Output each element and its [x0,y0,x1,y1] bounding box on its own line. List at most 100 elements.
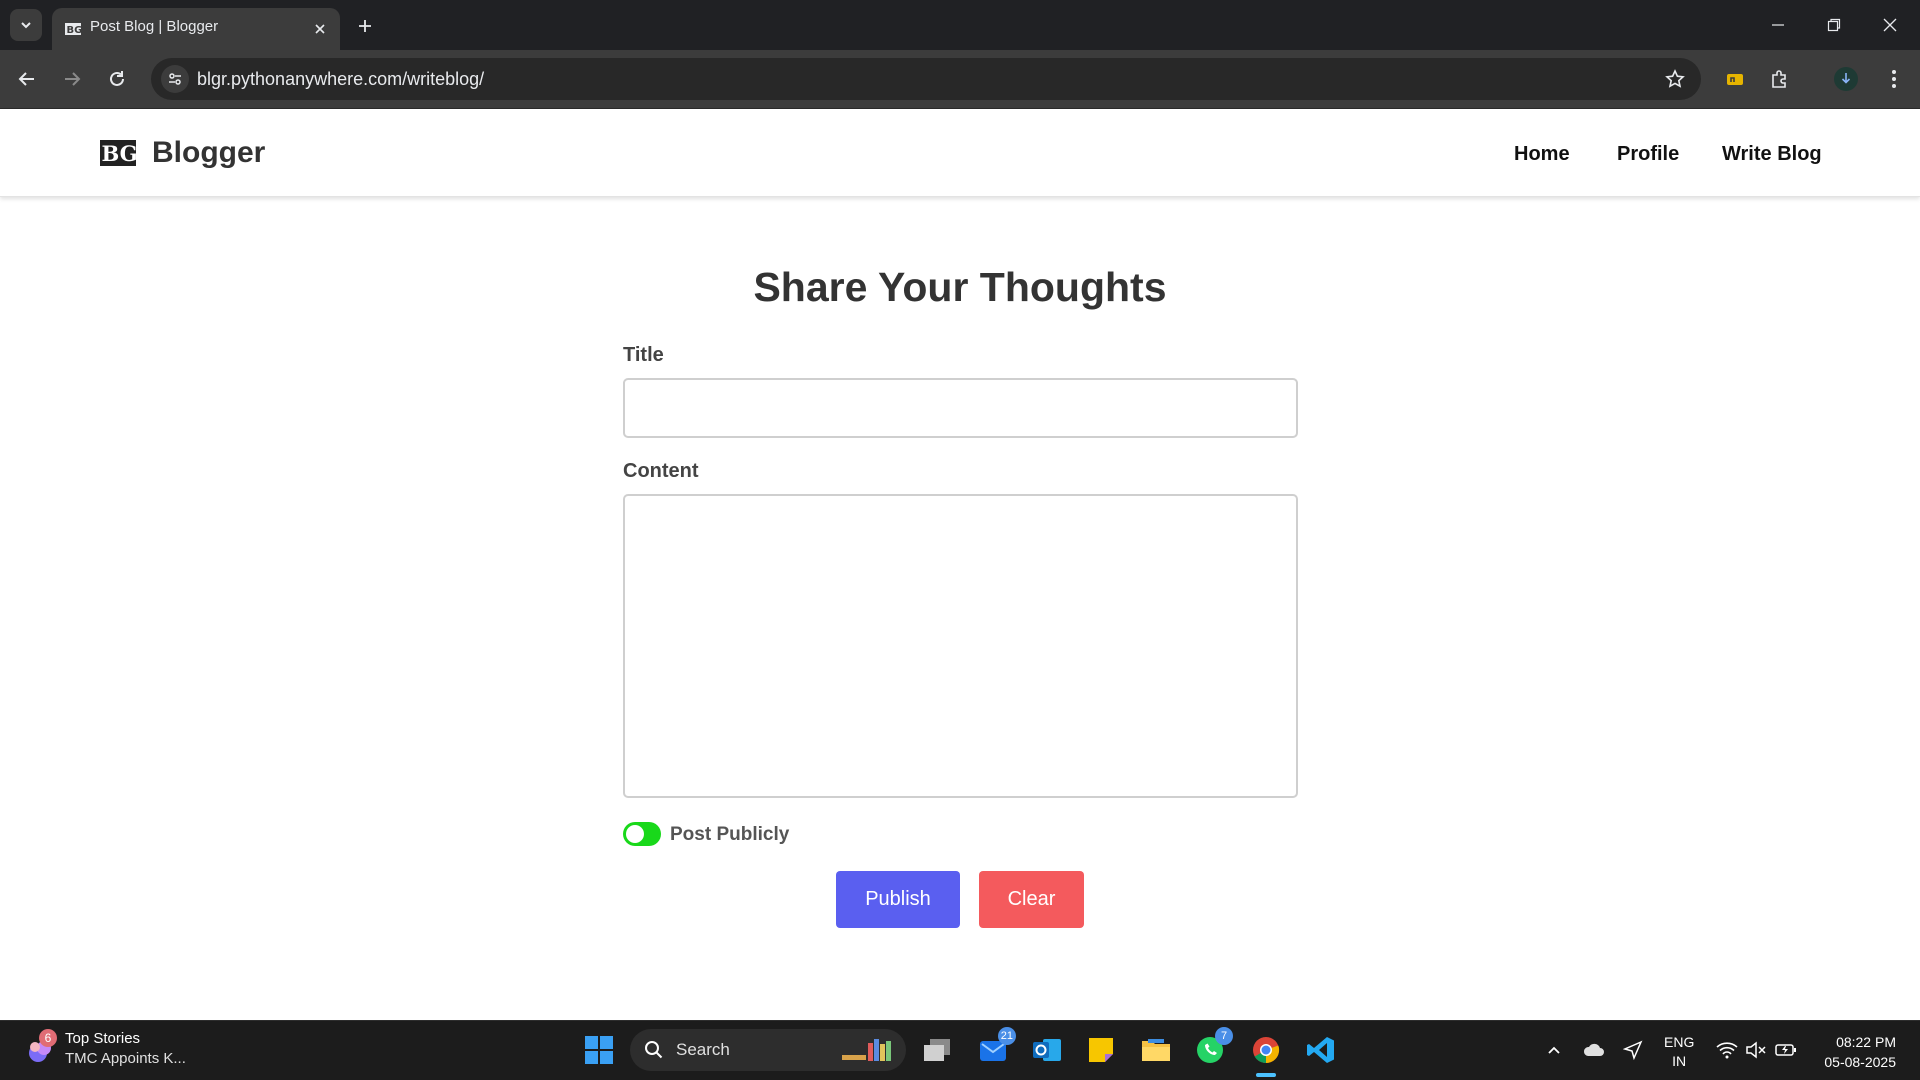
site-info-button[interactable] [161,65,189,93]
toggle-knob [626,825,644,843]
svg-text:BG: BG [102,141,137,166]
brand-name: Blogger [152,136,266,169]
tab-close-button[interactable] [310,19,330,39]
title-input[interactable] [623,378,1298,438]
back-button[interactable] [12,64,42,94]
vscode-icon [1307,1037,1334,1063]
reload-icon [110,71,124,86]
content-textarea[interactable] [623,494,1298,798]
clock-time: 08:22 PM [1836,1034,1896,1050]
site-navbar: BG Blogger Home Profile Write Blog [0,109,1920,197]
reload-button[interactable] [102,64,132,94]
taskbar-search[interactable]: Search [630,1029,906,1071]
restore-window-button[interactable] [1814,10,1854,40]
onedrive-tray-button[interactable] [1582,1039,1604,1061]
location-tray-button[interactable] [1622,1039,1644,1061]
close-icon [315,24,325,34]
minimize-window-button[interactable] [1758,10,1798,40]
browser-menu-button[interactable] [1879,64,1909,94]
volume-muted-icon [1746,1041,1766,1059]
taskbar-sticky-notes[interactable] [1082,1031,1120,1069]
nav-link-profile[interactable]: Profile [1617,143,1679,166]
publish-button[interactable]: Publish [836,871,960,928]
bookmark-button[interactable] [1663,67,1687,91]
taskbar-task-view[interactable] [918,1031,956,1069]
blogger-favicon-icon: BG [65,23,83,36]
navigation-arrow-icon [1623,1040,1643,1060]
nav-link-home[interactable]: Home [1514,143,1570,166]
windows-logo-icon [585,1036,613,1064]
content-label: Content [623,460,699,482]
start-button[interactable] [580,1031,618,1069]
post-publicly-toggle[interactable] [623,822,661,846]
chrome-active-indicator [1256,1073,1276,1077]
brand-link[interactable]: BG Blogger [100,136,265,170]
browser-tab-active[interactable]: BG Post Blog | Blogger [52,8,340,50]
search-highlight-books-icon [842,1039,891,1061]
news-subtitle: TMC Appoints K... [65,1050,186,1067]
tune-icon [169,73,181,85]
puzzle-icon [1772,70,1786,88]
extension-button[interactable] [1720,64,1750,94]
taskbar-file-explorer[interactable] [1137,1031,1175,1069]
tab-title: Post Blog | Blogger [90,18,219,35]
windows-taskbar: 6 Top Stories TMC Appoints K... Search 2… [0,1020,1920,1080]
task-view-icon [924,1039,950,1061]
new-tab-button[interactable] [352,13,378,39]
chevron-down-icon [21,22,31,29]
taskbar-outlook[interactable] [1028,1031,1066,1069]
tab-search-dropdown-button[interactable] [10,9,42,41]
wifi-icon [1716,1042,1738,1059]
language-region: IN [1672,1053,1687,1069]
language-code: ENG [1664,1034,1695,1050]
system-clock[interactable]: 08:22 PM 05-08-2025 [1810,1032,1896,1072]
taskbar-outlook-new[interactable]: 21 [974,1027,1016,1069]
forward-button[interactable] [57,64,87,94]
blogger-logo-icon: BG [100,140,136,166]
more-vertical-icon [1892,70,1896,88]
star-icon [1665,69,1685,88]
outlook-icon [1033,1039,1061,1061]
volume-tray-button[interactable] [1745,1039,1767,1061]
page-title: Share Your Thoughts [753,264,1167,310]
avatar-icon [1834,67,1858,91]
show-hidden-icons-button[interactable] [1543,1039,1565,1061]
chevron-up-icon [1548,1046,1560,1054]
url-text[interactable]: blgr.pythonanywhere.com/writeblog/ [197,69,484,90]
language-indicator[interactable]: ENG IN [1664,1033,1694,1071]
news-badge: 6 [39,1029,57,1047]
clock-date: 05-08-2025 [1824,1054,1896,1070]
sticky-notes-icon [1089,1038,1113,1062]
browser-tab-strip: BG Post Blog | Blogger [0,0,1920,50]
post-publicly-label[interactable]: Post Publicly [670,824,789,846]
taskbar-whatsapp[interactable]: 7 [1191,1027,1233,1069]
close-window-button[interactable] [1870,10,1910,40]
whatsapp-badge: 7 [1215,1027,1233,1045]
search-label: Search [676,1040,730,1059]
address-bar[interactable]: blgr.pythonanywhere.com/writeblog/ [151,58,1701,100]
arrow-left-icon [18,72,34,86]
browser-toolbar: blgr.pythonanywhere.com/writeblog/ [0,50,1920,109]
minimize-icon [1772,24,1784,26]
nav-link-write-blog[interactable]: Write Blog [1722,143,1822,166]
news-title: Top Stories [65,1030,141,1047]
wifi-tray-button[interactable] [1716,1039,1738,1061]
taskbar-chrome[interactable] [1247,1031,1285,1069]
clear-button[interactable]: Clear [979,871,1084,928]
profile-avatar-button[interactable] [1831,64,1861,94]
title-label: Title [623,344,664,366]
extension-tag-icon [1727,74,1743,85]
outlook-badge: 21 [997,1027,1016,1045]
restore-icon [1827,18,1841,32]
close-icon [1883,18,1897,32]
taskbar-vscode[interactable] [1302,1031,1340,1069]
extensions-menu-button[interactable] [1765,64,1795,94]
search-icon [645,1041,663,1059]
svg-text:BG: BG [67,25,83,36]
chrome-icon [1253,1037,1280,1064]
cloud-icon [1583,1043,1604,1056]
battery-tray-button[interactable] [1775,1039,1797,1061]
folder-icon [1142,1039,1170,1061]
plus-icon [359,20,371,32]
arrow-right-icon [65,72,81,86]
